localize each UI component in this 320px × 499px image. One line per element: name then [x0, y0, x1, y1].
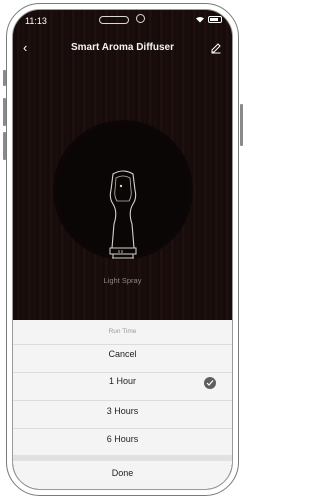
- edit-icon[interactable]: [210, 42, 222, 54]
- side-button: [3, 98, 6, 126]
- selected-check-icon: [204, 377, 216, 389]
- option-6-hours[interactable]: 6 Hours: [13, 434, 232, 444]
- app-screen: 11:13 ‹ Smart Aroma Diffuser Light Spray…: [13, 10, 232, 489]
- battery-icon: [208, 15, 222, 23]
- side-button: [3, 132, 6, 160]
- mode-label: Light Spray: [103, 276, 142, 285]
- side-button: [240, 104, 243, 146]
- sheet-header: Run Time: [108, 328, 137, 335]
- run-time-sheet: Run Time Cancel 1 Hour 3 Hours 6 Hours D…: [13, 320, 232, 489]
- wifi-icon: [196, 16, 204, 23]
- done-button[interactable]: Done: [13, 468, 232, 478]
- status-icons: [195, 15, 222, 23]
- option-label: 1 Hour: [108, 376, 136, 386]
- diffuser-icon: [109, 170, 137, 259]
- divider: [13, 372, 232, 373]
- status-time: 11:13: [25, 16, 47, 26]
- side-button: [3, 70, 6, 86]
- divider: [13, 400, 232, 401]
- status-bar: 11:13: [13, 10, 232, 32]
- cancel-option[interactable]: Cancel: [13, 349, 232, 359]
- phone-screen: 11:13 ‹ Smart Aroma Diffuser Light Spray…: [12, 9, 233, 490]
- page-title: Smart Aroma Diffuser: [71, 42, 174, 53]
- divider: [13, 428, 232, 429]
- option-3-hours[interactable]: 3 Hours: [13, 406, 232, 416]
- option-1-hour[interactable]: 1 Hour: [13, 376, 232, 396]
- divider: [13, 344, 232, 345]
- speaker-notch: [99, 16, 129, 24]
- nav-bar: ‹ Smart Aroma Diffuser: [13, 38, 232, 58]
- camera-notch: [136, 14, 145, 23]
